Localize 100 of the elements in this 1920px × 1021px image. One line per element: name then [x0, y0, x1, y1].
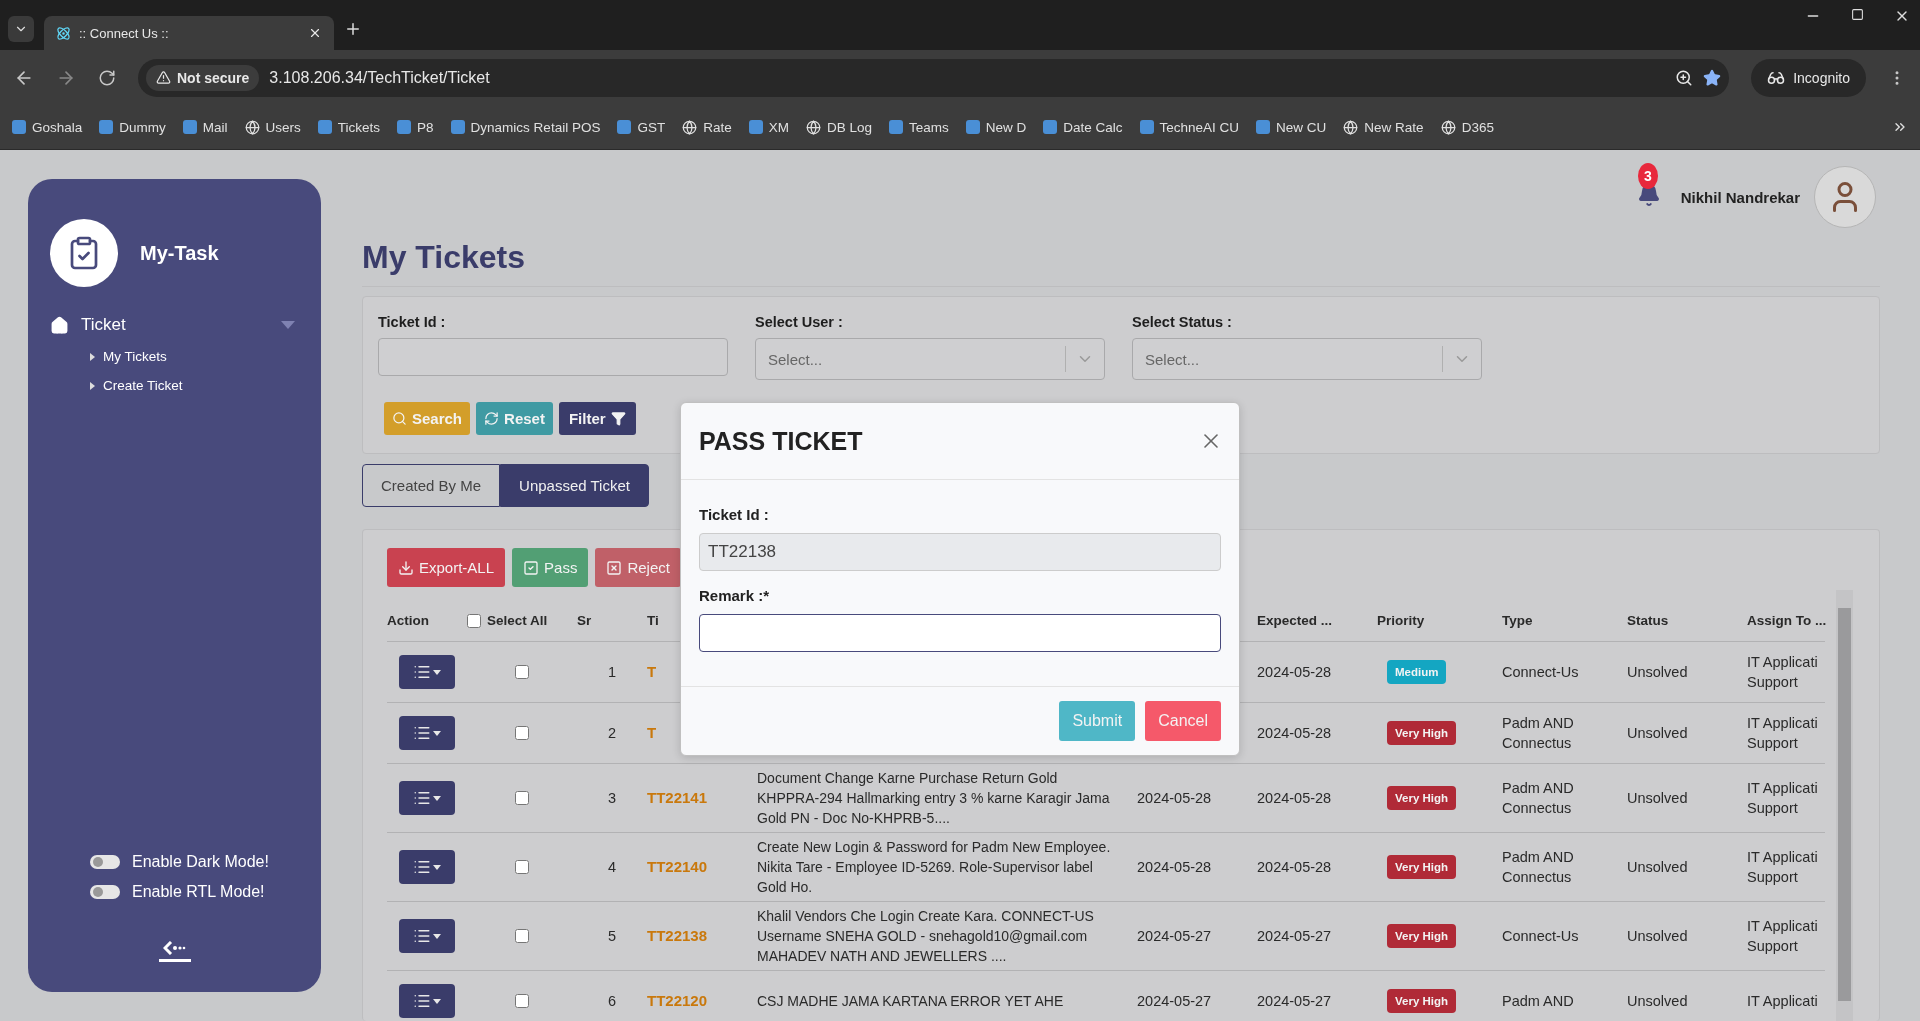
row-checkbox[interactable]	[515, 726, 529, 740]
new-tab-icon[interactable]	[344, 20, 362, 38]
row-menu-button[interactable]	[399, 919, 455, 953]
row-checkbox[interactable]	[515, 994, 529, 1008]
submenu-item[interactable]: Create Ticket	[90, 378, 299, 393]
app-name: My-Task	[140, 241, 219, 265]
priority-badge: Very High	[1387, 721, 1457, 745]
table-cell-text: IT Applicati Support	[1747, 779, 1819, 818]
site-icon	[317, 120, 332, 134]
select-field[interactable]: Select...	[755, 338, 1105, 380]
page-title: My Tickets	[362, 239, 1880, 287]
toggle-switch[interactable]	[90, 885, 120, 899]
table-cell-text: 2024-05-27	[1257, 992, 1333, 1011]
checkbox-label: Select All	[487, 612, 548, 630]
bookmark-item[interactable]: Mail	[182, 119, 228, 135]
address-bar[interactable]: Not secure 3.108.206.34/TechTicket/Ticket	[138, 58, 1730, 97]
scrollbar[interactable]	[1836, 590, 1853, 1021]
tab[interactable]: Created By Me	[362, 464, 501, 507]
reject-button[interactable]: Reject	[595, 548, 681, 587]
row-checkbox[interactable]	[515, 791, 529, 805]
star-icon[interactable]	[1703, 68, 1722, 87]
bookmark-item[interactable]: TechneAI CU	[1139, 119, 1240, 135]
dialog-title: PASS TICKET	[699, 426, 863, 456]
bookmark-item[interactable]: Tickets	[317, 119, 381, 135]
row-menu-button[interactable]	[399, 716, 455, 750]
incognito-chip[interactable]: Incognito	[1751, 58, 1866, 97]
close-icon[interactable]	[308, 26, 322, 40]
bookmark-item[interactable]: Dummy	[99, 119, 166, 135]
table-cell-text: Khalil Vendors Che Login Create Kara. CONNECT-US Username SNEHA GOLD - snehagold10@gmail.com MAHADEV NATH AND JEWELLERS ....	[757, 907, 1095, 966]
site-icon	[965, 120, 980, 134]
bookmark-item[interactable]: New CU	[1256, 119, 1327, 135]
download-icon	[398, 559, 414, 576]
filter-icon	[610, 411, 626, 426]
table-cell-text: 2024-05-28	[1137, 789, 1213, 808]
select-all-checkbox[interactable]	[467, 614, 481, 628]
input-field[interactable]	[378, 338, 728, 376]
submenu-item[interactable]: My Tickets	[90, 349, 299, 364]
table-cell-text: 5	[606, 927, 618, 946]
bookmark-item[interactable]: D365	[1440, 119, 1494, 135]
filter-button[interactable]: Filter	[558, 402, 636, 435]
collapse-button[interactable]	[158, 941, 191, 962]
row-menu-button[interactable]	[399, 781, 455, 815]
row-checkbox[interactable]	[515, 665, 529, 679]
bookmark-item[interactable]: Rate	[682, 119, 732, 135]
caret-icon	[433, 998, 441, 1004]
bookmark-item[interactable]: Dynamics Retail POS	[450, 119, 601, 135]
table-cell-text: 2024-05-27	[1257, 927, 1333, 946]
triangle-icon	[90, 381, 95, 390]
table-cell-text: Unsolved	[1627, 663, 1689, 682]
toggle-switch[interactable]	[90, 855, 120, 869]
table-cell-text: Padm AND Connectus	[1502, 848, 1575, 887]
table-cell-text: 2024-05-28	[1257, 858, 1333, 877]
security-chip[interactable]: Not secure	[146, 64, 260, 91]
table-cell-text: 4	[606, 858, 618, 877]
url-text: 3.108.206.34/TechTicket/Ticket	[269, 68, 491, 87]
row-menu-button[interactable]	[399, 984, 455, 1018]
bookmark-item[interactable]: New D	[965, 119, 1027, 135]
row-menu-button[interactable]	[399, 850, 455, 884]
table-cell-text: 2024-05-27	[1137, 992, 1213, 1011]
bookmark-item[interactable]: Goshala	[12, 119, 83, 135]
column-header: Status	[1627, 612, 1669, 630]
bookmark-item[interactable]: GST	[617, 119, 666, 135]
field-label: Select User :	[755, 314, 844, 330]
bookmark-item[interactable]: P8	[397, 119, 434, 135]
select-field[interactable]: Select...	[1132, 338, 1482, 380]
table-cell-text: 6	[606, 992, 618, 1011]
caret-icon	[433, 933, 441, 939]
table-cell-text: Create New Login & Password for Padm New Employee. Nikita Tare - Employee ID-5269. Role-Supervisor label Gold Ho.	[757, 838, 1112, 897]
bookmark-item[interactable]: DB Log	[805, 119, 872, 135]
list-icon	[413, 724, 431, 742]
menu-item[interactable]: Ticket	[50, 315, 299, 335]
row-checkbox[interactable]	[515, 860, 529, 874]
bookmark-item[interactable]: Users	[244, 119, 301, 135]
table-cell-text: Document Change Karne Purchase Return Gold KHPPRA-294 Hallmarking entry 3 % karne Karagir Jama Gold PN - Doc No-KHPRB-5....	[757, 769, 1111, 828]
back-arrow-icon	[162, 941, 187, 955]
column-header: Sr	[577, 612, 592, 630]
site-icon	[617, 120, 632, 134]
bookmark-item[interactable]: New Rate	[1343, 119, 1424, 135]
input-field[interactable]	[699, 614, 1221, 652]
tab-search-button[interactable]	[8, 16, 34, 42]
list-icon	[413, 927, 431, 945]
table-cell-text: IT Applicati Support	[1747, 848, 1819, 887]
zoom-icon[interactable]	[1675, 68, 1694, 87]
row-menu-button[interactable]	[399, 655, 455, 689]
reload-icon[interactable]	[98, 68, 116, 87]
export-button[interactable]: Export-ALL	[387, 548, 506, 587]
field-label: Remark :*	[699, 587, 771, 604]
atom-icon	[56, 25, 71, 41]
home-icon	[50, 315, 69, 335]
tab[interactable]: Unpassed Ticket	[500, 464, 649, 507]
row-checkbox[interactable]	[515, 929, 529, 943]
site-icon	[182, 120, 197, 134]
table-cell-text: CSJ MADHE JAMA KARTANA ERROR YET AHE	[757, 992, 1065, 1011]
browser-tab[interactable]: :: Connect Us ::	[44, 16, 334, 50]
bookmark-item[interactable]: XM	[748, 119, 789, 135]
bookmark-item[interactable]: Teams	[889, 119, 949, 135]
priority-badge: Very High	[1387, 924, 1457, 948]
x-square-icon	[606, 559, 623, 576]
bookmark-item[interactable]: Date Calc	[1043, 119, 1123, 135]
restore-icon[interactable]	[1851, 8, 1864, 21]
